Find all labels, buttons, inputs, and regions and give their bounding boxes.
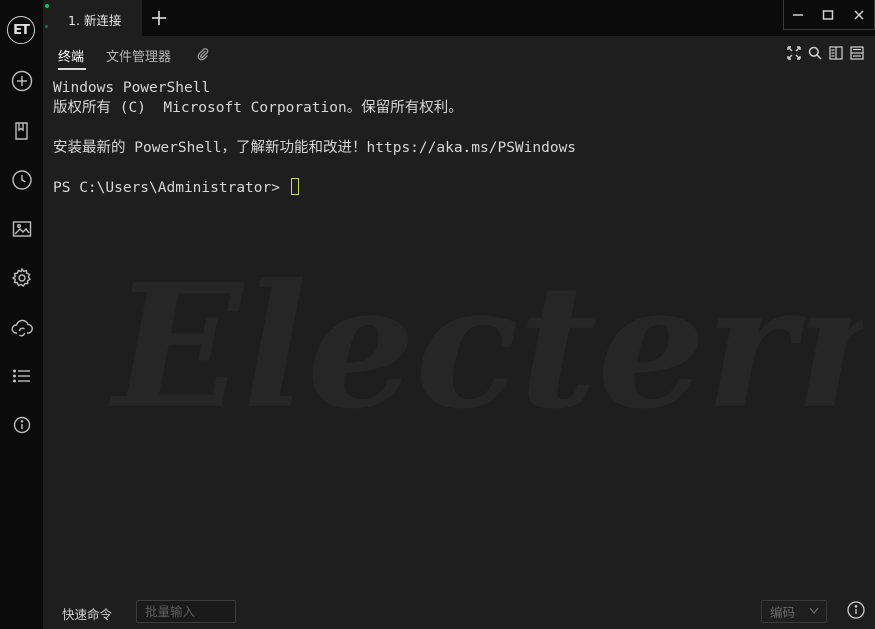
settings-gear-icon	[11, 267, 31, 287]
split-vertical-button[interactable]	[829, 46, 843, 60]
info-icon	[13, 416, 31, 434]
tab-terminal[interactable]: 终端	[58, 46, 84, 65]
prompt-text: PS C:\Users\Administrator>	[53, 180, 289, 196]
cloud-sync-icon	[11, 319, 33, 337]
batch-input-field[interactable]	[136, 600, 236, 623]
split-horizontal-icon	[850, 46, 864, 60]
tab-activity-dot	[45, 25, 48, 28]
prompt-line: PS C:\Users\Administrator>	[53, 178, 865, 198]
encoding-select[interactable]: 编码	[761, 600, 827, 623]
terminal-cursor	[290, 178, 299, 195]
bottom-bar: 快速命令 编码	[43, 595, 875, 629]
attach-button[interactable]	[196, 47, 210, 61]
tab-file-manager[interactable]: 文件管理器	[106, 46, 171, 65]
fullscreen-button[interactable]	[787, 46, 801, 60]
search-button[interactable]	[808, 46, 822, 60]
app-logo[interactable]: ET	[7, 16, 35, 44]
bookmarks-button[interactable]	[7, 116, 37, 146]
bookmark-icon	[15, 122, 28, 140]
chevron-down-icon	[809, 605, 819, 618]
tab-label: 1. 新连接	[68, 13, 122, 28]
list-icon	[13, 369, 30, 383]
new-connection-button[interactable]	[7, 66, 37, 96]
terminal-line: Windows PowerShell	[53, 80, 211, 96]
history-clock-icon	[12, 170, 32, 190]
search-icon	[808, 46, 822, 60]
add-circle-icon	[11, 70, 33, 92]
settings-button[interactable]	[7, 263, 37, 293]
logo-text: ET	[13, 22, 30, 38]
batch-operations-button[interactable]	[7, 361, 37, 391]
terminal-output[interactable]: Windows PowerShell 版权所有 (C) Microsoft Co…	[53, 78, 865, 588]
background-image-button[interactable]	[7, 214, 37, 244]
minimize-button[interactable]	[783, 0, 813, 30]
history-button[interactable]	[7, 165, 37, 195]
close-button[interactable]	[844, 0, 874, 30]
paperclip-icon	[197, 48, 209, 61]
tab-bar: 1. 新连接	[43, 0, 875, 36]
quick-command-button[interactable]: 快速命令	[62, 604, 112, 623]
session-subtabs: 终端 文件管理器	[43, 36, 875, 70]
terminal-line: 安装最新的 PowerShell，了解新功能和改进！https://aka.ms…	[53, 140, 577, 156]
electerm-window: ET 1. 新连接 终端 文件管理器 Electer Windows Power…	[0, 0, 875, 629]
active-tab-indicator	[58, 68, 86, 70]
maximize-icon	[822, 10, 834, 20]
terminal-info-button[interactable]	[846, 600, 866, 620]
split-horizontal-button[interactable]	[850, 46, 864, 60]
image-icon	[12, 221, 32, 237]
plus-icon	[152, 11, 166, 25]
fullscreen-icon	[787, 46, 801, 60]
encoding-label: 编码	[770, 605, 796, 620]
session-panel: 终端 文件管理器 Electer Windows PowerShell 版权所有…	[43, 36, 875, 629]
cloud-sync-button[interactable]	[7, 312, 37, 342]
tab-new-connection[interactable]: 1. 新连接	[43, 0, 142, 36]
left-sidebar: ET	[0, 0, 43, 629]
terminal-line: 版权所有 (C) Microsoft Corporation。保留所有权利。	[53, 100, 463, 116]
add-tab-button[interactable]	[149, 6, 169, 30]
minimize-icon	[793, 14, 803, 16]
split-vertical-icon	[829, 46, 843, 60]
info-icon	[847, 601, 865, 619]
close-icon	[854, 10, 864, 20]
about-button[interactable]	[7, 410, 37, 440]
connection-status-dot	[45, 4, 49, 8]
maximize-button[interactable]	[813, 0, 843, 30]
